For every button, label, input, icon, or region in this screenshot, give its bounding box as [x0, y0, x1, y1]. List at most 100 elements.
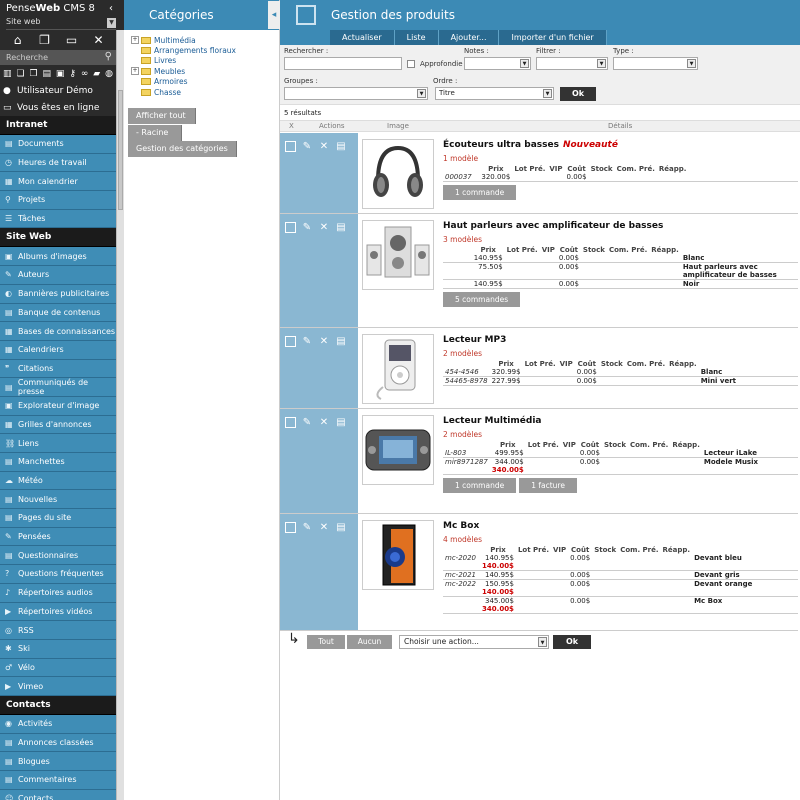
search-icon[interactable]: ⚲	[105, 51, 112, 62]
product-name[interactable]: Haut parleurs avec amplificateur de bass…	[443, 221, 793, 231]
sidebar-item-siteweb-2[interactable]: ◐ Bannières publicitaires	[0, 284, 116, 304]
sidebar-item-siteweb-17[interactable]: ? Questions fréquentes	[0, 565, 116, 584]
filter-select[interactable]: ▼	[536, 57, 608, 70]
product-image[interactable]	[362, 139, 434, 209]
sidebar-item-siteweb-8[interactable]: ▣ Explorateur d'image	[0, 396, 116, 416]
tool-globe-icon[interactable]: ◍	[105, 69, 113, 79]
collapse-sidebar-icon[interactable]: ‹	[109, 3, 113, 14]
sidebar-item-siteweb-0[interactable]: ▣ Albums d'images	[0, 247, 116, 267]
tool-link-icon[interactable]: ∞	[81, 69, 89, 79]
sidebar-item-siteweb-16[interactable]: ▤ Questionnaires	[0, 546, 116, 566]
bulk-ok-button[interactable]: Ok	[553, 635, 591, 649]
sidebar-item-intranet-2[interactable]: ▦ Mon calendrier	[0, 172, 116, 192]
product-name[interactable]: Écouteurs ultra basses Nouveauté	[443, 140, 793, 150]
sidebar-item-siteweb-15[interactable]: ✎ Pensées	[0, 527, 116, 547]
sidebar-item-contacts-1[interactable]: ▤ Annonces classées	[0, 733, 116, 753]
tool-key-icon[interactable]: ⚷	[69, 69, 76, 79]
sidebar-item-siteweb-4[interactable]: ▦ Bases de connaissances	[0, 322, 116, 341]
select-checkbox[interactable]	[285, 222, 296, 233]
details-icon[interactable]: ▤	[335, 141, 347, 153]
tree-item-label[interactable]: Chasse	[154, 88, 181, 97]
product-image[interactable]	[362, 520, 434, 590]
edit-icon[interactable]: ✎	[301, 222, 313, 234]
sidebar-item-intranet-1[interactable]: ◷ Heures de travail	[0, 153, 116, 173]
filter-ok-button[interactable]: Ok	[560, 87, 596, 101]
tree-item[interactable]: Armoires	[131, 77, 279, 87]
sidebar-item-siteweb-23[interactable]: ▶ Vimeo	[0, 677, 116, 696]
chevron-down-icon[interactable]: ▼	[107, 18, 116, 28]
select-all-button[interactable]: Tout	[307, 635, 345, 649]
home-icon[interactable]: ⌂	[8, 33, 28, 47]
bulk-action-select[interactable]: Choisir une action... ▼	[399, 635, 549, 649]
sidebar-item-contacts-4[interactable]: ☺ Contacts	[0, 789, 116, 800]
sidebar-item-siteweb-10[interactable]: ⛓ Liens	[0, 434, 116, 453]
sidebar-item-siteweb-12[interactable]: ☁ Météo	[0, 471, 116, 491]
tree-item[interactable]: Chasse	[131, 87, 279, 97]
delete-icon[interactable]: ✕	[318, 336, 330, 348]
details-icon[interactable]: ▤	[335, 222, 347, 234]
sidebar-item-siteweb-11[interactable]: ▤ Manchettes	[0, 453, 116, 472]
table-row[interactable]: 454-4546 320.99$ 0.00$ Blanc	[443, 368, 798, 377]
sidebar-item-contacts-2[interactable]: ▤ Blogues	[0, 752, 116, 771]
sidebar-search[interactable]: Recherche ⚲	[0, 50, 116, 65]
type-select[interactable]: ▼	[613, 57, 698, 70]
site-select[interactable]: Site web ▼	[6, 17, 116, 30]
select-none-button[interactable]: Aucun	[347, 635, 392, 649]
close-icon[interactable]: ✕	[89, 33, 109, 47]
delete-icon[interactable]: ✕	[318, 222, 330, 234]
tree-item[interactable]: + Meubles	[131, 66, 279, 76]
sidebar-item-siteweb-21[interactable]: ✱ Ski	[0, 639, 116, 659]
sidebar-item-siteweb-7[interactable]: ▤ Communiqués de presse	[0, 378, 116, 397]
table-row[interactable]: 140.95$ 0.00$ Noir	[443, 279, 798, 289]
table-row[interactable]: 345.00$ 340.00$ 0.00$ Mc Box	[443, 596, 798, 614]
table-row[interactable]: 140.95$ 0.00$ Blanc	[443, 254, 798, 263]
sidebar-item-siteweb-22[interactable]: ♂ Vélo	[0, 658, 116, 678]
table-row[interactable]: 75.50$ 0.00$ Haut parleurs avec amplificat…	[443, 262, 798, 280]
table-row[interactable]: IL-803 499.95$ 0.00$ Lecteur iLake	[443, 449, 798, 458]
windows-icon[interactable]: ❐	[35, 33, 55, 47]
orders-button[interactable]: 1 commande	[443, 478, 517, 493]
groups-select[interactable]: ▼	[284, 87, 428, 100]
tool-folder-icon[interactable]: ▰	[93, 69, 100, 79]
tool-file-icon[interactable]: ▤	[42, 69, 51, 79]
tree-item-label[interactable]: Livres	[154, 56, 176, 65]
select-checkbox[interactable]	[285, 417, 296, 428]
table-row[interactable]: 54465-8978 227.99$ 0.00$ Mini vert	[443, 376, 798, 386]
sidebar-item-siteweb-1[interactable]: ✎ Auteurs	[0, 266, 116, 285]
product-name-text[interactable]: Écouteurs ultra basses	[443, 140, 559, 150]
sidebar-scrollbar[interactable]	[116, 30, 124, 800]
product-name-text[interactable]: Lecteur Multimédia	[443, 416, 541, 426]
sidebar-item-siteweb-3[interactable]: ▤ Banque de contenus	[0, 303, 116, 323]
select-checkbox[interactable]	[285, 522, 296, 533]
tab-add[interactable]: Ajouter...	[438, 30, 500, 45]
sidebar-item-intranet-0[interactable]: ▤ Documents	[0, 135, 116, 154]
order-select[interactable]: Titre ▼	[435, 87, 554, 100]
monitor-icon[interactable]: ▭	[62, 33, 82, 47]
details-icon[interactable]: ▤	[335, 522, 347, 534]
expand-icon[interactable]: +	[131, 67, 139, 76]
edit-icon[interactable]: ✎	[301, 417, 313, 429]
orders-button[interactable]: 1 facture	[519, 478, 577, 493]
expand-icon[interactable]: +	[131, 36, 139, 45]
table-row[interactable]: mc-2022 150.95$ 140.00$ 0.00$ Devant orange	[443, 579, 798, 597]
sidebar-item-siteweb-5[interactable]: ▦ Calendriers	[0, 340, 116, 360]
orders-button[interactable]: 5 commandes	[443, 292, 521, 307]
sidebar-item-siteweb-6[interactable]: ❞ Citations	[0, 359, 116, 379]
product-name-text[interactable]: Mc Box	[443, 521, 479, 531]
search-input[interactable]	[284, 57, 402, 70]
product-name[interactable]: Lecteur Multimédia	[443, 416, 793, 426]
details-icon[interactable]: ▤	[335, 336, 347, 348]
table-row[interactable]: mc-2021 140.95$ 0.00$ Devant gris	[443, 570, 798, 580]
orders-button[interactable]: 1 commande	[443, 185, 517, 200]
tree-item-label[interactable]: Multimédia	[154, 36, 196, 45]
show-all-button[interactable]: Afficher tout	[128, 108, 196, 124]
product-image[interactable]	[362, 220, 434, 290]
sidebar-item-siteweb-14[interactable]: ▤ Pages du site	[0, 509, 116, 528]
table-row[interactable]: mir8971287 344.00$ 340.00$ 0.00$ Modele Musi…	[443, 457, 798, 475]
tree-item[interactable]: Livres	[131, 56, 279, 66]
product-image[interactable]	[362, 415, 434, 485]
collapse-categories-icon[interactable]: ◂	[268, 1, 280, 29]
product-image[interactable]	[362, 334, 434, 404]
details-icon[interactable]: ▤	[335, 417, 347, 429]
sidebar-item-intranet-3[interactable]: ⚲ Projets	[0, 191, 116, 210]
